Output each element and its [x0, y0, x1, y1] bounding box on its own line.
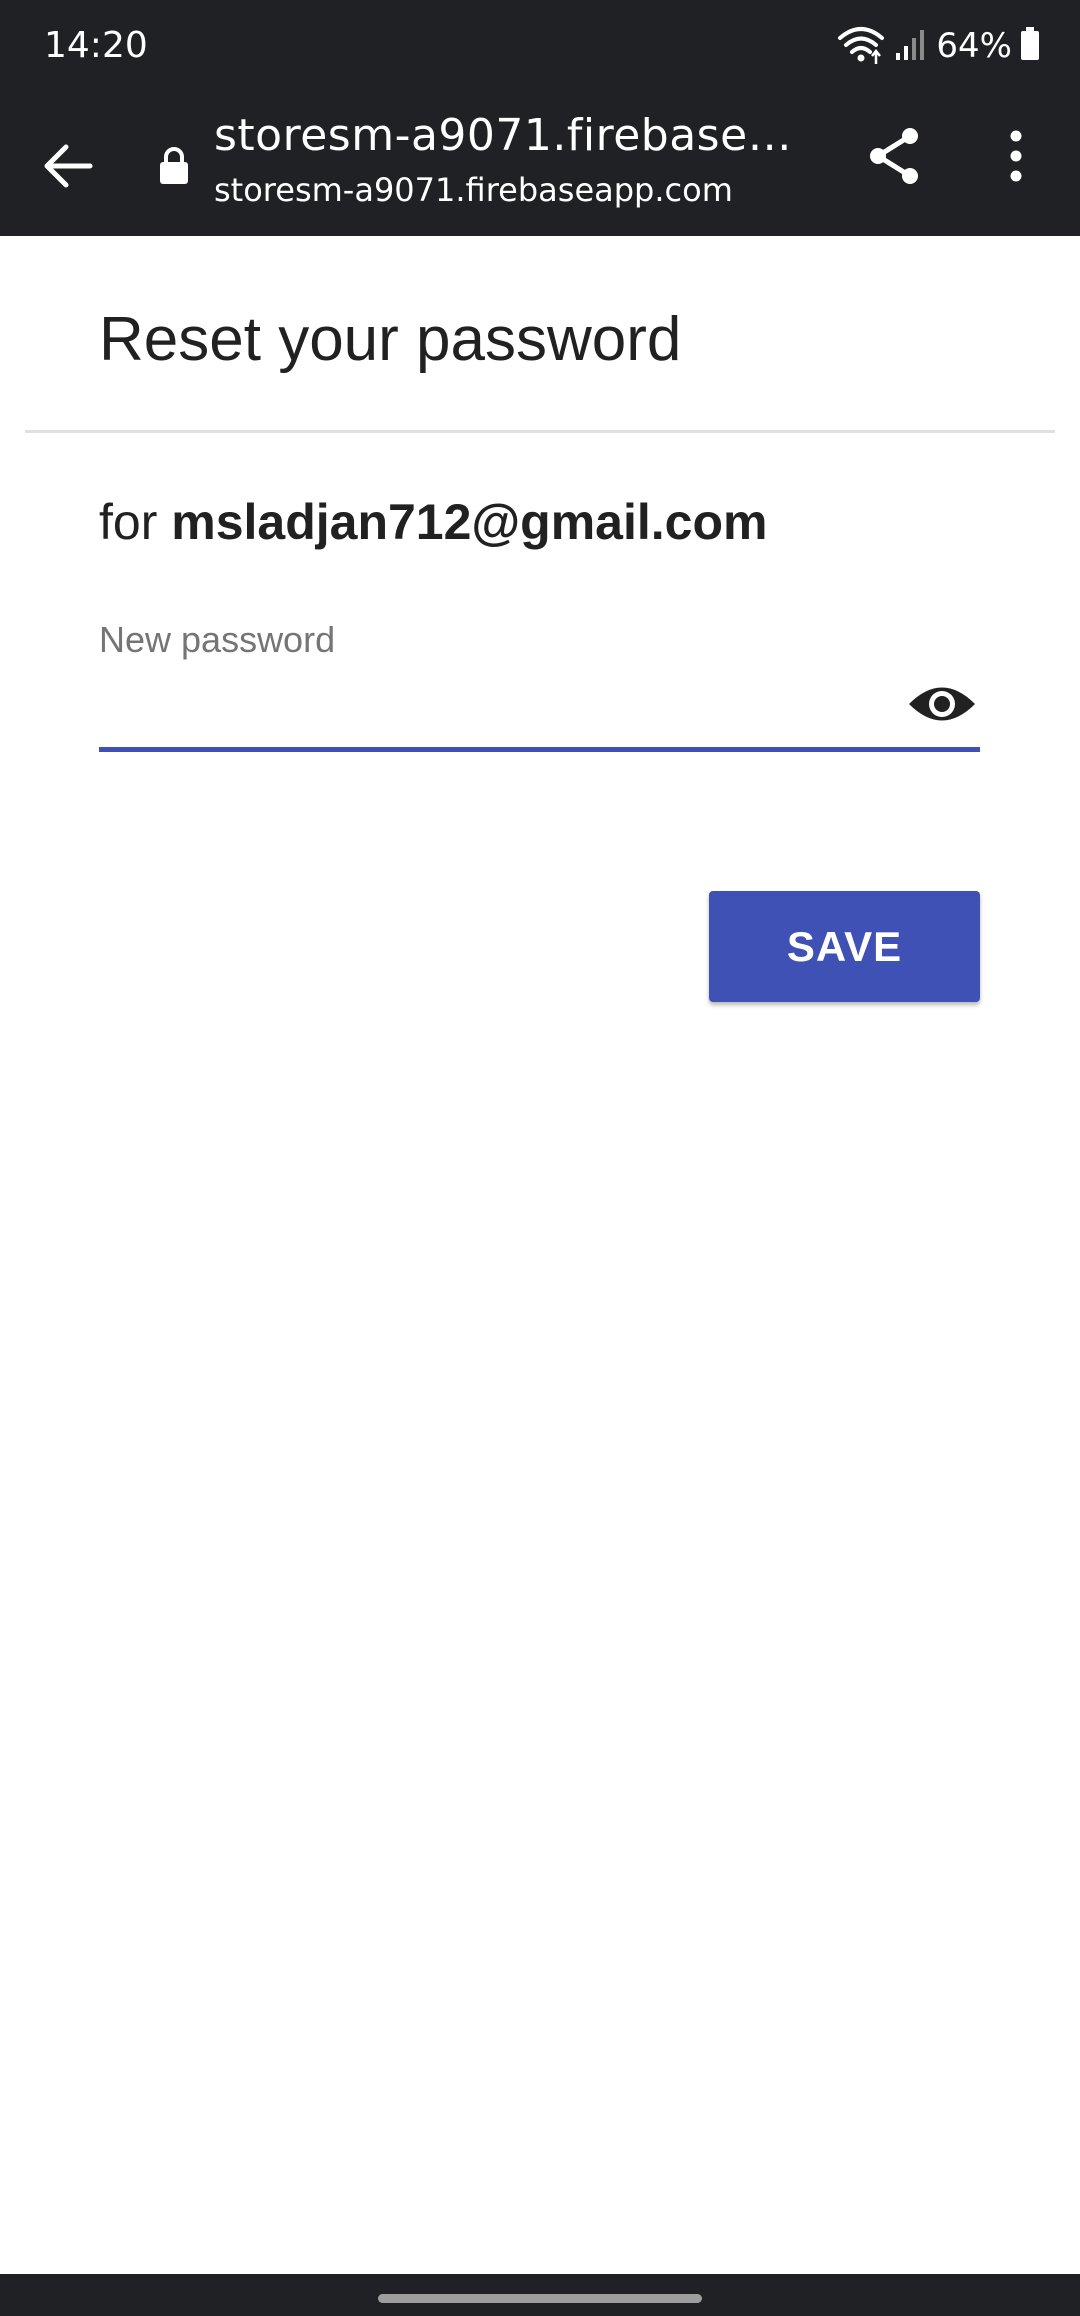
- share-button[interactable]: [856, 120, 932, 196]
- status-icons: 64%: [836, 22, 1040, 70]
- account-line: for msladjan712@gmail.com: [99, 490, 767, 554]
- wifi-icon: [836, 24, 886, 69]
- back-arrow-icon: [42, 142, 94, 195]
- status-bar: 14:20 64%: [0, 0, 1080, 92]
- battery-percent: 64%: [936, 26, 1012, 66]
- input-underline: [99, 747, 980, 752]
- share-icon: [866, 126, 922, 191]
- for-prefix: for: [99, 494, 172, 550]
- eye-icon: [907, 681, 977, 732]
- show-password-toggle[interactable]: [904, 672, 980, 740]
- save-button[interactable]: SAVE: [709, 891, 980, 1002]
- browser-toolbar: storesm-a9071.firebasea... storesm-a9071…: [0, 92, 1080, 236]
- new-password-label: New password: [99, 619, 336, 660]
- page-title-text: storesm-a9071.firebasea...: [214, 110, 814, 161]
- account-email: msladjan712@gmail.com: [171, 494, 768, 550]
- battery-icon: [1020, 26, 1040, 66]
- divider: [25, 430, 1055, 433]
- new-password-input[interactable]: [99, 668, 899, 744]
- more-menu-button[interactable]: [976, 120, 1056, 196]
- status-time: 14:20: [44, 25, 148, 66]
- url-bar[interactable]: storesm-a9071.firebasea... storesm-a9071…: [214, 104, 814, 212]
- more-vert-icon: [1008, 130, 1024, 187]
- home-indicator[interactable]: [378, 2294, 702, 2303]
- page-title: Reset your password: [99, 305, 682, 374]
- lock-icon: [156, 136, 192, 196]
- back-button[interactable]: [28, 128, 108, 208]
- url-text: storesm-a9071.firebaseapp.com: [214, 171, 733, 209]
- signal-icon: [894, 27, 928, 66]
- navigation-bar: [0, 2274, 1080, 2316]
